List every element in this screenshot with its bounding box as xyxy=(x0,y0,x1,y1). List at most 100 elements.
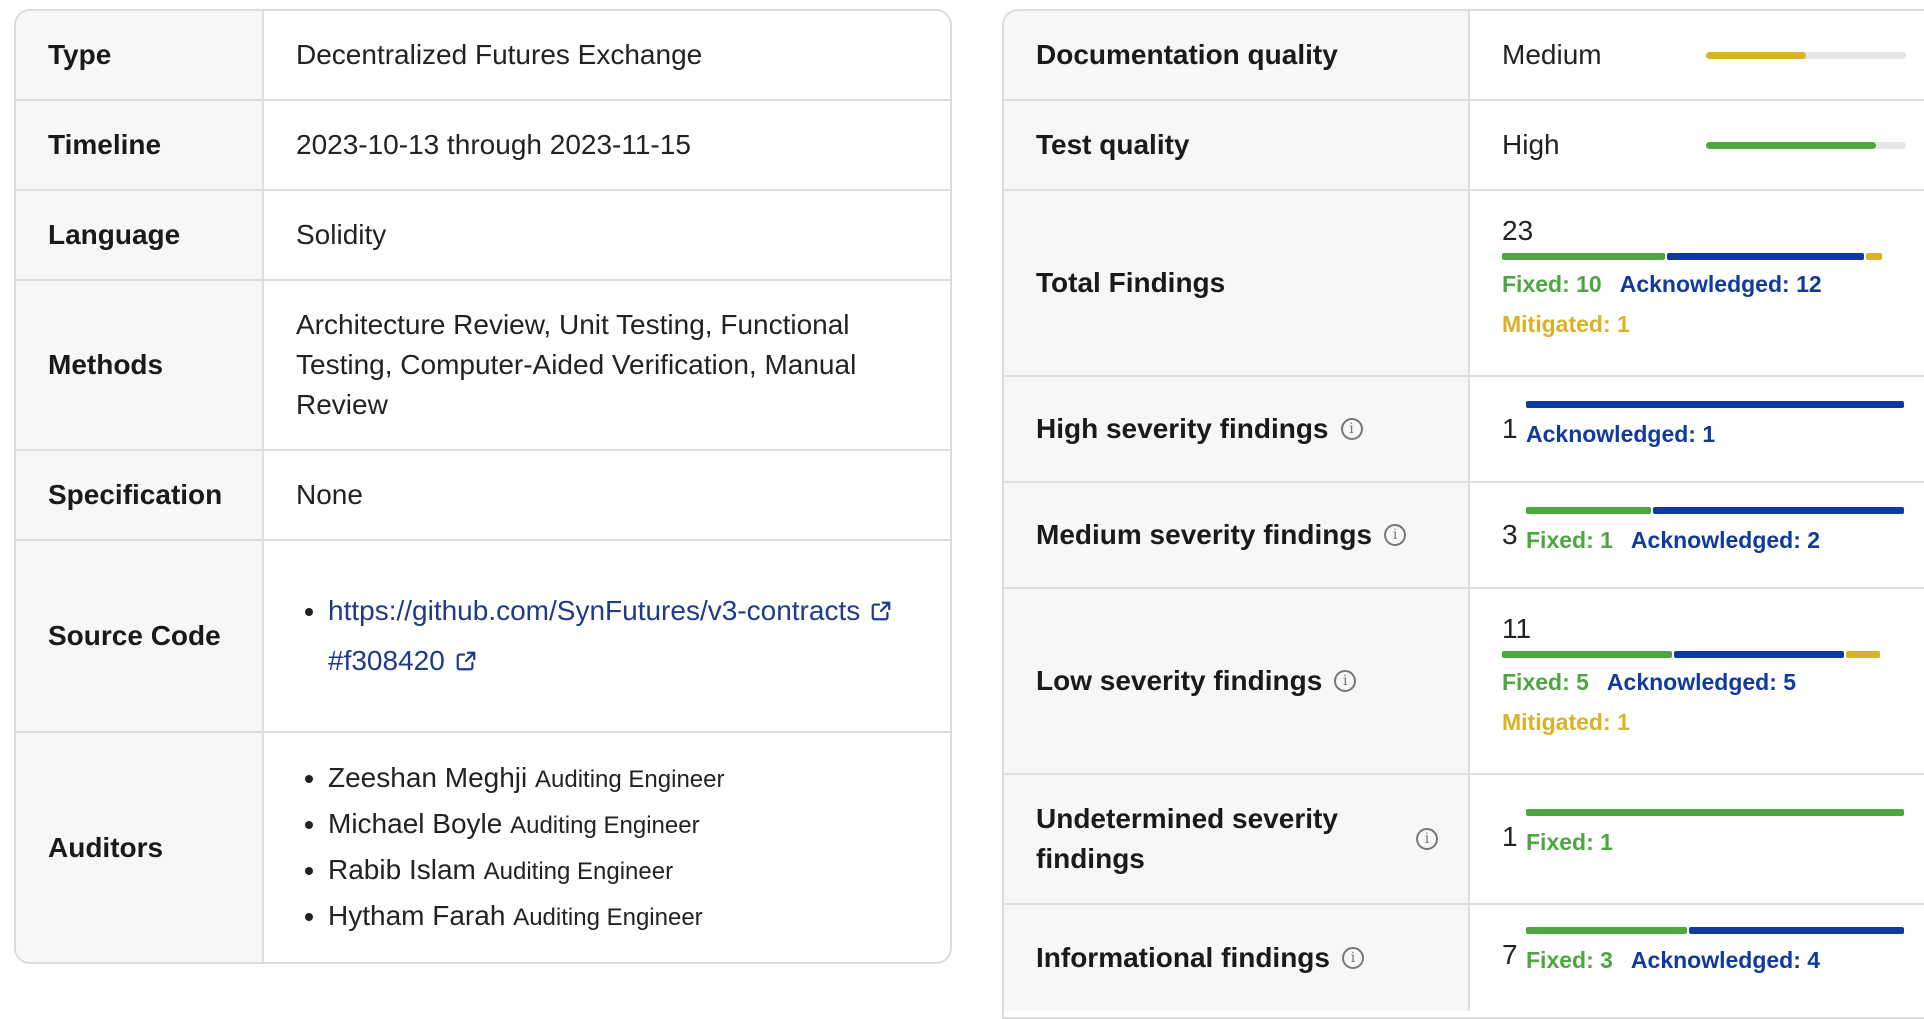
row-specification: Specification None xyxy=(16,451,950,541)
row-type: Type Decentralized Futures Exchange xyxy=(16,11,950,101)
fixed-segment xyxy=(1526,809,1904,816)
fixed-count: Fixed: 10 xyxy=(1502,271,1602,297)
documentation-quality-bar xyxy=(1706,51,1906,59)
type-value: Decentralized Futures Exchange xyxy=(296,39,703,70)
informational-label: Informational findings xyxy=(1036,942,1330,973)
acknowledged-segment xyxy=(1526,401,1904,408)
acknowledged-segment xyxy=(1653,507,1904,514)
external-link-icon xyxy=(456,651,476,671)
auditors-list: Zeeshan Meghji Auditing Engineer Michael… xyxy=(296,756,918,940)
list-item: Michael Boyle Auditing Engineer xyxy=(328,802,918,848)
row-source-code: Source Code https://github.com/SynFuture… xyxy=(16,541,950,733)
auditors-label: Auditors xyxy=(16,733,264,962)
timeline-value: 2023-10-13 through 2023-11-15 xyxy=(296,129,691,160)
acknowledged-count: Acknowledged: 1 xyxy=(1526,421,1716,447)
medium-severity-count: 3 xyxy=(1502,519,1518,550)
high-severity-count: 1 xyxy=(1502,413,1518,444)
row-undetermined-severity: Undetermined severity findings i 1 Fixed:… xyxy=(1004,775,1924,905)
row-high-severity: High severity findings i 1 Acknowledged: … xyxy=(1004,377,1924,483)
medium-severity-label: Medium severity findings xyxy=(1036,519,1373,550)
high-severity-bar xyxy=(1526,401,1904,408)
info-icon[interactable]: i xyxy=(1416,828,1438,850)
acknowledged-segment xyxy=(1667,253,1864,260)
fixed-segment xyxy=(1502,651,1672,658)
fixed-segment xyxy=(1526,927,1688,934)
language-label: Language xyxy=(16,191,264,279)
documentation-quality-label: Documentation quality xyxy=(1036,39,1338,70)
list-item: Rabib Islam Auditing Engineer xyxy=(328,848,918,894)
source-code-label: Source Code xyxy=(16,541,264,731)
fixed-count: Fixed: 1 xyxy=(1526,829,1613,855)
findings-summary-table: Documentation quality Medium Test qualit… xyxy=(1002,9,1924,1019)
fixed-segment xyxy=(1502,253,1666,260)
row-total-findings: Total Findings 23 Fixed: 10 Acknowledged… xyxy=(1004,191,1924,377)
total-findings-bar xyxy=(1502,253,1882,260)
low-severity-label: Low severity findings xyxy=(1036,665,1323,696)
auditor-role: Auditing Engineer xyxy=(510,811,700,839)
repo-link[interactable]: https://github.com/SynFutures/v3-contrac… xyxy=(328,595,892,626)
row-language: Language Solidity xyxy=(16,191,950,281)
low-severity-bar xyxy=(1502,651,1880,658)
high-severity-label: High severity findings xyxy=(1036,413,1329,444)
auditor-name: Hytham Farah xyxy=(328,899,506,931)
acknowledged-count: Acknowledged: 5 xyxy=(1606,669,1797,695)
total-findings-count: 23 xyxy=(1502,215,1534,246)
fixed-segment xyxy=(1526,507,1652,514)
auditor-role: Auditing Engineer xyxy=(483,857,674,885)
specification-value: None xyxy=(296,479,363,510)
auditor-name: Zeeshan Meghji xyxy=(328,761,528,793)
row-medium-severity: Medium severity findings i 3 Fixed: 1 Ack… xyxy=(1004,483,1924,589)
info-icon[interactable]: i xyxy=(1384,524,1407,546)
acknowledged-count: Acknowledged: 2 xyxy=(1630,527,1821,553)
mitigated-count: Mitigated: 1 xyxy=(1502,311,1630,337)
info-icon[interactable]: i xyxy=(1342,947,1364,969)
source-code-list: https://github.com/SynFutures/v3-contrac… xyxy=(296,589,918,683)
medium-severity-bar xyxy=(1526,507,1904,514)
type-label: Type xyxy=(16,11,264,99)
fixed-count: Fixed: 3 xyxy=(1526,947,1613,973)
fixed-count: Fixed: 1 xyxy=(1526,527,1613,553)
low-severity-count: 11 xyxy=(1502,613,1532,644)
informational-bar xyxy=(1526,927,1904,934)
timeline-label: Timeline xyxy=(16,101,264,189)
row-methods: Methods Architecture Review, Unit Testin… xyxy=(16,281,950,451)
auditor-role: Auditing Engineer xyxy=(513,903,703,931)
list-item: Hytham Farah Auditing Engineer xyxy=(328,894,918,940)
language-value: Solidity xyxy=(296,219,387,250)
info-icon[interactable]: i xyxy=(1340,418,1363,440)
acknowledged-segment xyxy=(1689,927,1904,934)
specification-label: Specification xyxy=(16,451,264,539)
acknowledged-segment xyxy=(1674,651,1844,658)
undetermined-severity-bar xyxy=(1526,809,1904,816)
documentation-quality-fill xyxy=(1706,51,1806,59)
audit-overview-table: Type Decentralized Futures Exchange Time… xyxy=(14,9,952,964)
test-quality-value: High xyxy=(1502,129,1560,160)
auditor-name: Rabib Islam xyxy=(328,853,476,885)
info-icon[interactable]: i xyxy=(1334,670,1357,692)
documentation-quality-value: Medium xyxy=(1502,39,1602,70)
commit-link[interactable]: #f308420 xyxy=(328,645,477,676)
row-documentation-quality: Documentation quality Medium xyxy=(1004,11,1924,101)
methods-value: Architecture Review, Unit Testing, Funct… xyxy=(296,309,857,420)
list-item: Zeeshan Meghji Auditing Engineer xyxy=(328,756,918,802)
auditor-name: Michael Boyle xyxy=(328,807,503,839)
external-link-icon xyxy=(871,601,891,621)
list-item: #f308420 xyxy=(328,639,918,683)
row-timeline: Timeline 2023-10-13 through 2023-11-15 xyxy=(16,101,950,191)
list-item: https://github.com/SynFutures/v3-contrac… xyxy=(328,589,918,633)
acknowledged-count: Acknowledged: 4 xyxy=(1630,947,1821,973)
test-quality-bar xyxy=(1706,141,1906,149)
mitigated-count: Mitigated: 1 xyxy=(1502,709,1630,735)
total-findings-label: Total Findings xyxy=(1036,267,1226,298)
row-test-quality: Test quality High xyxy=(1004,101,1924,191)
mitigated-segment xyxy=(1865,253,1882,260)
row-informational: Informational findings i 7 Fixed: 3 Ackno… xyxy=(1004,905,1924,1011)
undetermined-severity-label: Undetermined severity findings xyxy=(1036,803,1338,874)
methods-label: Methods xyxy=(16,281,264,449)
undetermined-severity-count: 1 xyxy=(1502,821,1518,852)
row-auditors: Auditors Zeeshan Meghji Auditing Enginee… xyxy=(16,733,950,962)
test-quality-label: Test quality xyxy=(1036,129,1190,160)
mitigated-segment xyxy=(1846,651,1880,658)
test-quality-fill xyxy=(1706,141,1876,149)
informational-count: 7 xyxy=(1502,939,1518,970)
